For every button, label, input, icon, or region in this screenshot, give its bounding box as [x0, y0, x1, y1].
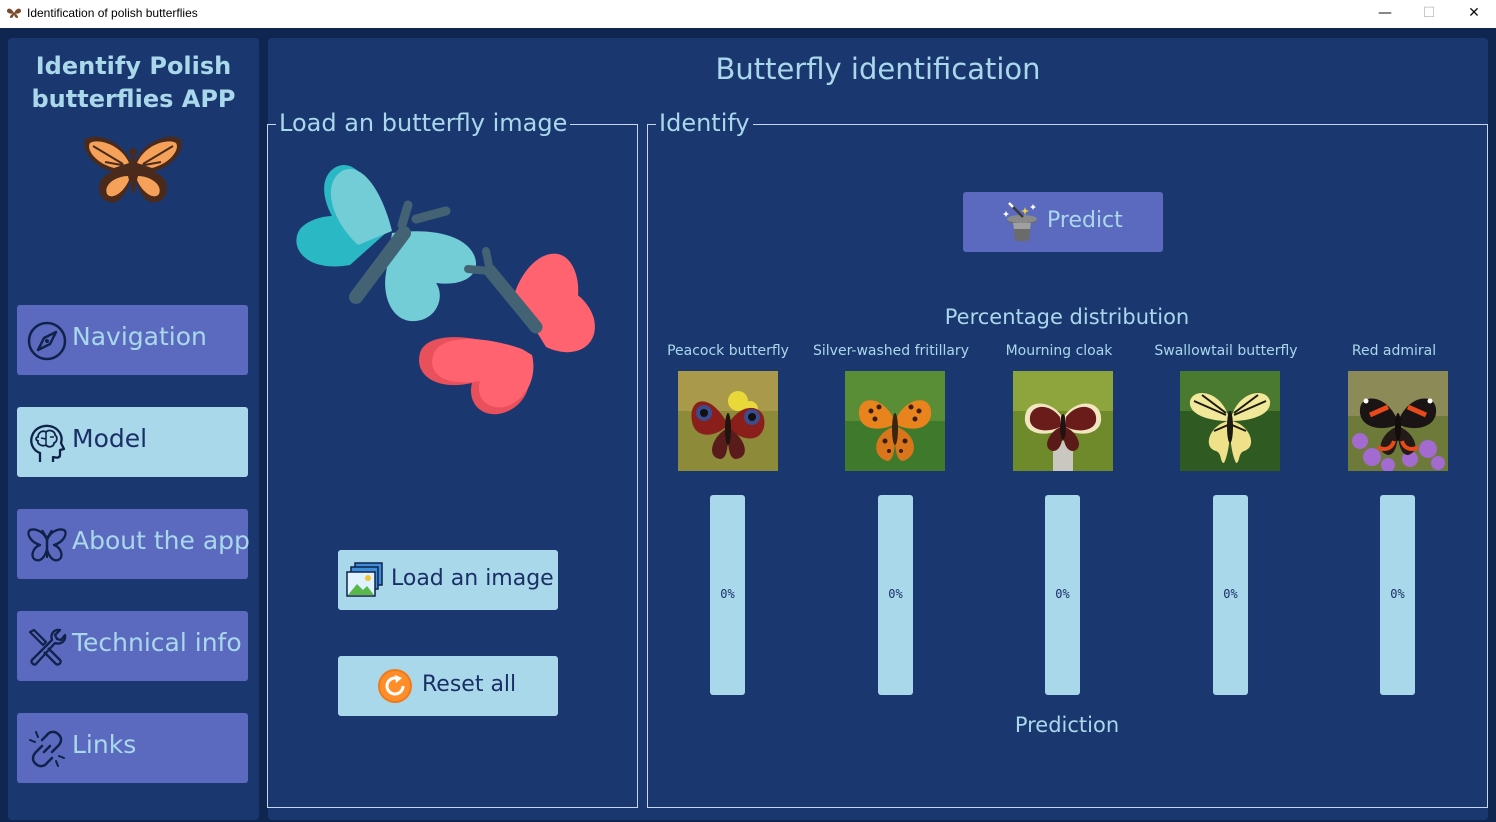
sidebar-item-about[interactable]: About the app: [17, 509, 250, 579]
butterfly-logo-icon: [84, 136, 182, 203]
sidebar: Identify Polish butterflies APP Navigati…: [8, 38, 259, 820]
sidebar-item-links[interactable]: Links: [17, 713, 248, 783]
minimize-button[interactable]: —: [1362, 0, 1408, 28]
predict-button[interactable]: Predict: [963, 192, 1163, 252]
identify-group: Identify Predict Percentage distribution…: [647, 108, 1488, 808]
load-image-label: Load an image: [391, 566, 554, 591]
sidebar-item-label: Navigation: [72, 322, 207, 351]
window-title: Identification of polish butterflies: [27, 6, 198, 20]
probability-bar: 0%: [878, 495, 913, 695]
reset-all-label: Reset all: [422, 672, 517, 697]
app-title-line1: Identify Polish: [35, 52, 232, 80]
probability-bar: 0%: [1045, 495, 1080, 695]
load-image-legend: Load an butterfly image: [276, 108, 571, 138]
page-title: Butterfly identification: [715, 52, 1041, 86]
butterflies-illustration-icon: [296, 165, 595, 415]
species-name: Red admiral: [1351, 343, 1437, 359]
species-name: Swallowtail butterfly: [1154, 343, 1298, 359]
probability-value: 0%: [888, 587, 903, 601]
probability-value: 0%: [1223, 587, 1238, 601]
sidebar-item-technical-info[interactable]: Technical info: [17, 611, 248, 681]
sidebar-item-label: About the app: [72, 526, 250, 555]
red-admiral-photo: [1348, 371, 1448, 471]
app-title-line2: butterflies APP: [31, 85, 236, 113]
peacock-butterfly-photo: [678, 371, 778, 471]
maximize-button[interactable]: ☐: [1406, 0, 1452, 28]
predict-label: Predict: [1047, 208, 1123, 233]
main-panel: Butterfly identification Load an butterf…: [267, 38, 1488, 820]
silver-washed-fritillary-photo: [845, 371, 945, 471]
distribution-title: Percentage distribution: [944, 305, 1190, 329]
sidebar-item-model[interactable]: Model: [17, 407, 248, 477]
species-name: Silver-washed fritillary: [813, 343, 969, 359]
species-name: Peacock butterfly: [667, 343, 789, 359]
prediction-label: Prediction: [1014, 713, 1120, 737]
probability-value: 0%: [720, 587, 735, 601]
load-image-button[interactable]: Load an image: [338, 550, 558, 610]
app-title: Identify Polish butterflies APP: [8, 50, 259, 116]
refresh-icon: [378, 669, 412, 703]
window-titlebar: Identification of polish butterflies — ☐…: [0, 0, 1496, 28]
probability-bar: 0%: [1213, 495, 1248, 695]
probability-value: 0%: [1055, 587, 1070, 601]
sidebar-item-label: Links: [72, 730, 137, 759]
butterfly-app-icon: [7, 8, 21, 18]
sidebar-item-navigation[interactable]: Navigation: [17, 305, 248, 375]
probability-bar: 0%: [710, 495, 745, 695]
image-gallery-icon: [346, 562, 383, 597]
magic-hat-icon: [1003, 202, 1037, 241]
swallowtail-butterfly-photo: [1180, 371, 1280, 471]
species-name: Mourning cloak: [1005, 343, 1113, 359]
sidebar-item-label: Model: [72, 424, 148, 453]
brain-head-icon: [30, 424, 66, 462]
compass-icon: [27, 321, 67, 361]
probability-value: 0%: [1390, 587, 1405, 601]
mourning-cloak-photo: [1013, 371, 1113, 471]
butterfly-outline-icon: [27, 528, 67, 562]
link-icon: [29, 730, 65, 768]
close-button[interactable]: ✕: [1451, 0, 1496, 28]
sidebar-item-label: Technical info: [72, 628, 242, 657]
probability-bar: 0%: [1380, 495, 1415, 695]
load-image-group: Load an butterfly image Load an image Re…: [267, 108, 638, 808]
reset-all-button[interactable]: Reset all: [338, 656, 558, 716]
identify-legend: Identify: [656, 108, 753, 138]
tools-icon: [28, 628, 67, 666]
